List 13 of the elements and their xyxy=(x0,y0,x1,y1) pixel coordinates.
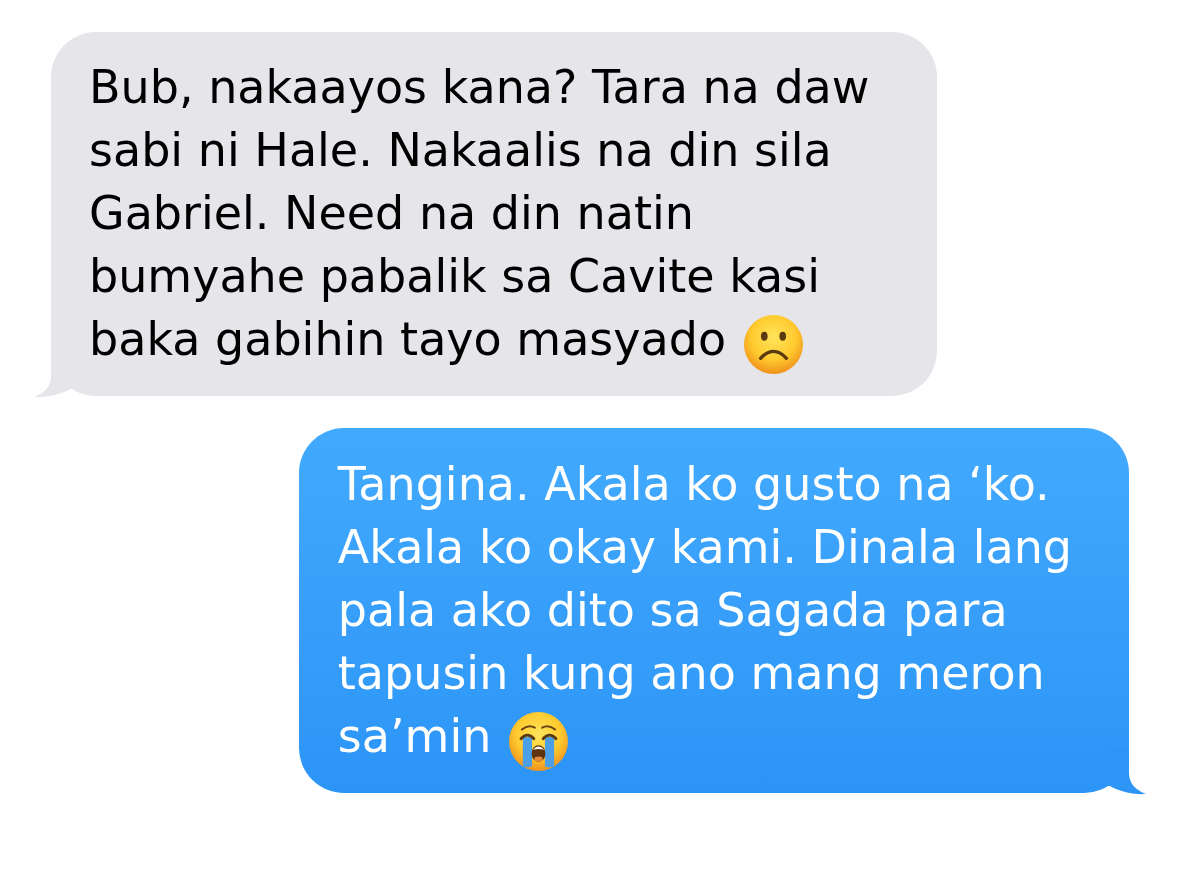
message-text-line: pala ako dito sa Sagada para xyxy=(337,583,1008,637)
frowning-face-icon xyxy=(744,315,804,374)
message-text-line: bumyahe pabalik sa Cavite kasi xyxy=(89,249,821,303)
bubble-tail xyxy=(1106,749,1146,795)
crying-face-icon xyxy=(509,712,569,771)
message-text-line: Bub, nakaayos kana? Tara na daw xyxy=(89,60,870,114)
message-text-line: sabi ni Hale. Nakaalis na din sila xyxy=(89,123,832,177)
message-text-line: tapusin kung ano mang meron xyxy=(337,646,1045,700)
message-text-line: Tangina. Akala ko gusto na ‘ko. xyxy=(337,457,1050,511)
message-text-line: sa’min xyxy=(337,709,492,763)
message-text-line: baka gabihin tayo masyado xyxy=(89,312,727,366)
message-text-line: Akala ko okay kami. Dinala lang xyxy=(337,520,1072,574)
message-text-line: Gabriel. Need na din natin xyxy=(89,186,694,240)
